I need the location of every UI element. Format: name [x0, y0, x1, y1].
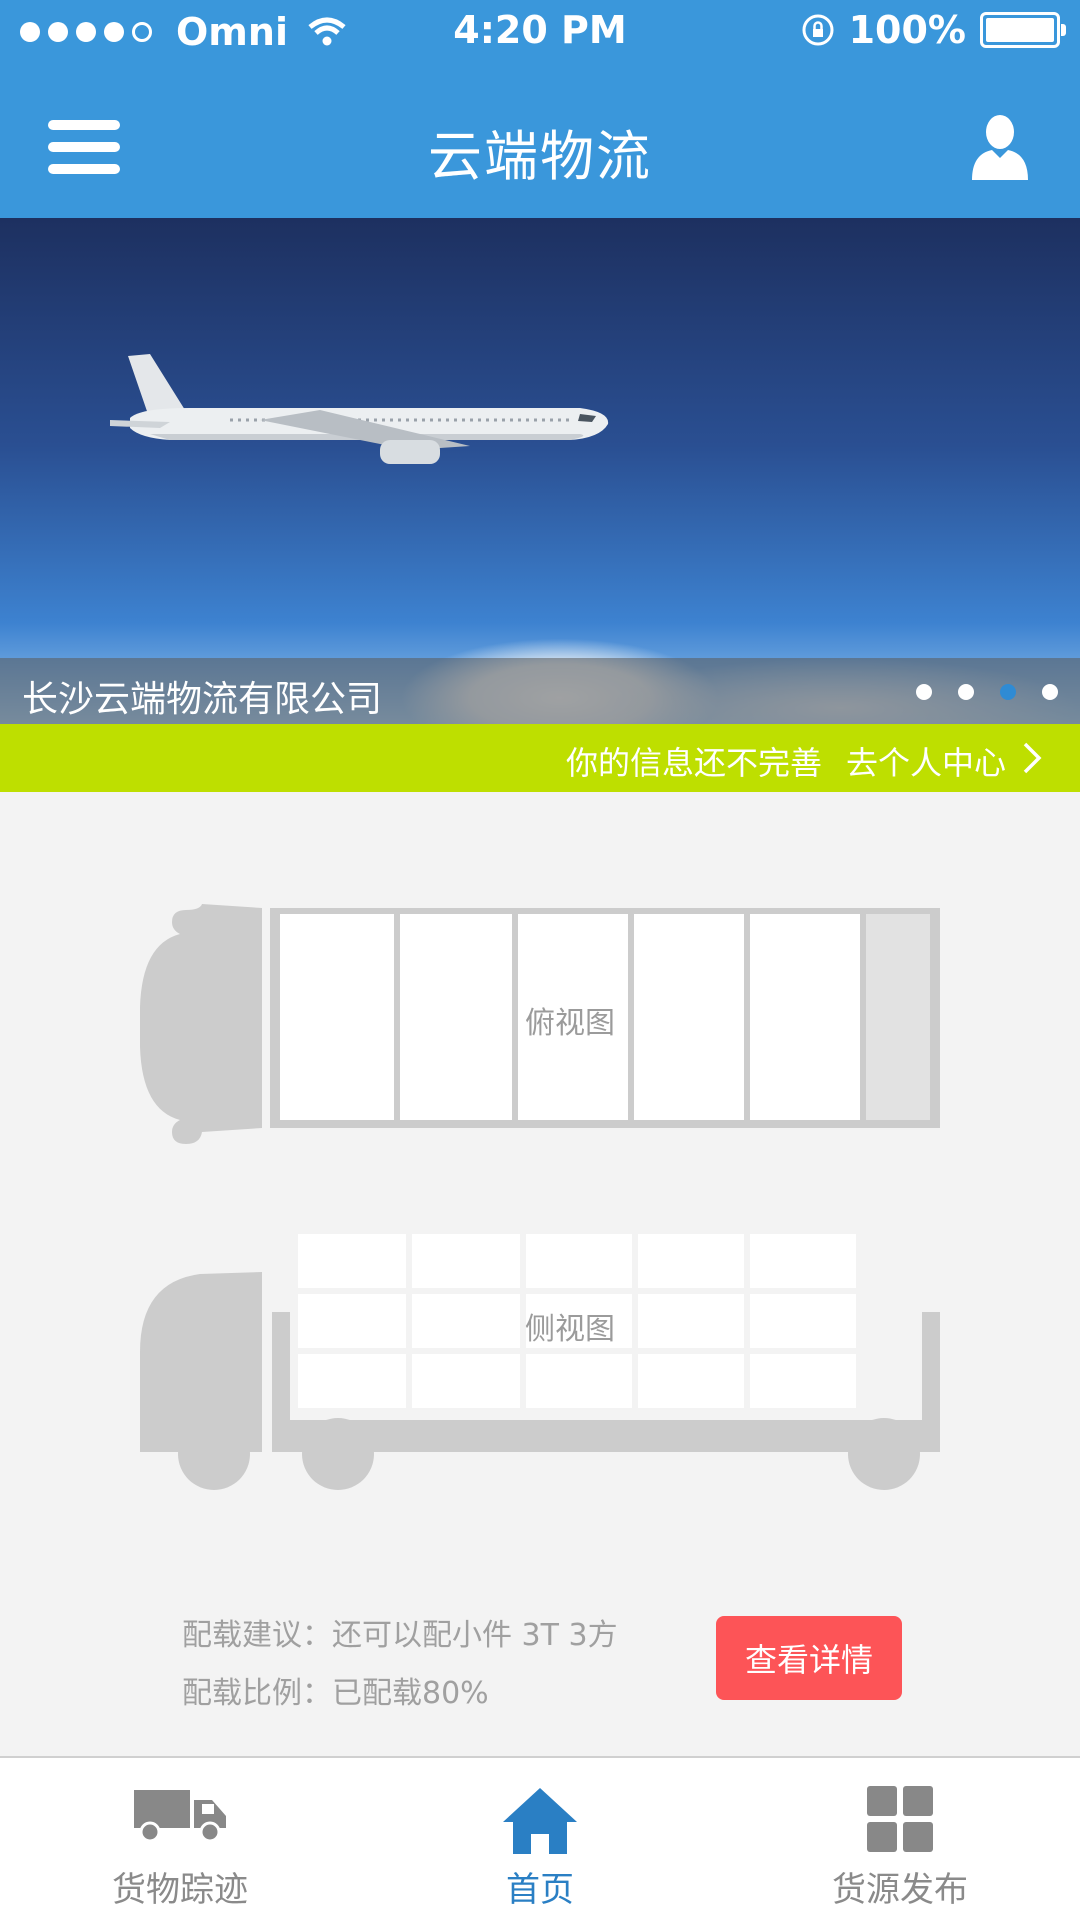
- truck-load-diagram: 俯视图 侧视图: [0, 792, 1080, 1752]
- pager-dot-active[interactable]: [1000, 684, 1016, 700]
- banner-caption: 长沙云端物流有限公司: [0, 658, 1080, 724]
- side-view-label: 侧视图: [525, 1312, 615, 1347]
- notice-message: 你的信息还不完善 去个人中心: [566, 738, 1006, 784]
- top-view-label: 俯视图: [525, 1006, 615, 1041]
- load-ratio: 配载比例：已配载80%: [182, 1676, 489, 1711]
- status-bar: Omni 4:20 PM 100%: [0, 0, 1080, 64]
- banner-carousel[interactable]: 长沙云端物流有限公司: [0, 218, 1080, 724]
- view-details-button[interactable]: 查看详情: [716, 1616, 902, 1700]
- bottom-tab-bar: 货物踪迹 首页 货源发布: [0, 1756, 1080, 1922]
- truck-icon: [134, 1790, 226, 1843]
- status-right: 100%: [801, 8, 1066, 52]
- battery-percent: 100%: [848, 8, 966, 52]
- page-title: 云端物流: [428, 125, 652, 188]
- truck-side-view: [140, 1234, 940, 1490]
- tab-label: 货物踪迹: [112, 1870, 248, 1910]
- tab-home[interactable]: 首页: [360, 1758, 720, 1922]
- home-icon: [503, 1788, 577, 1854]
- chevron-right-icon: [1023, 742, 1042, 774]
- pager-dot[interactable]: [916, 684, 932, 700]
- app-header: 云端物流: [0, 64, 1080, 218]
- banner-caption-text: 长沙云端物流有限公司: [22, 679, 383, 720]
- tab-label: 货源发布: [832, 1870, 968, 1910]
- tab-label: 首页: [506, 1870, 574, 1910]
- pager-dot[interactable]: [1042, 684, 1058, 700]
- profile-incomplete-banner[interactable]: 你的信息还不完善 去个人中心: [0, 724, 1080, 792]
- load-suggestion: 配载建议：还可以配小件 3T 3方: [182, 1618, 618, 1653]
- airplane-image: [110, 354, 609, 464]
- carousel-pager: [916, 684, 1058, 700]
- battery-icon: [980, 12, 1066, 48]
- rotation-lock-icon: [802, 14, 834, 46]
- notice-text: 你的信息还不完善: [565, 744, 822, 782]
- tab-cargo-publish[interactable]: 货源发布: [720, 1758, 1080, 1922]
- user-profile-icon[interactable]: [970, 114, 1030, 180]
- notice-link[interactable]: 去个人中心: [846, 738, 1006, 784]
- pager-dot[interactable]: [958, 684, 974, 700]
- grid-icon: [867, 1786, 933, 1852]
- tab-cargo-tracking[interactable]: 货物踪迹: [0, 1758, 360, 1922]
